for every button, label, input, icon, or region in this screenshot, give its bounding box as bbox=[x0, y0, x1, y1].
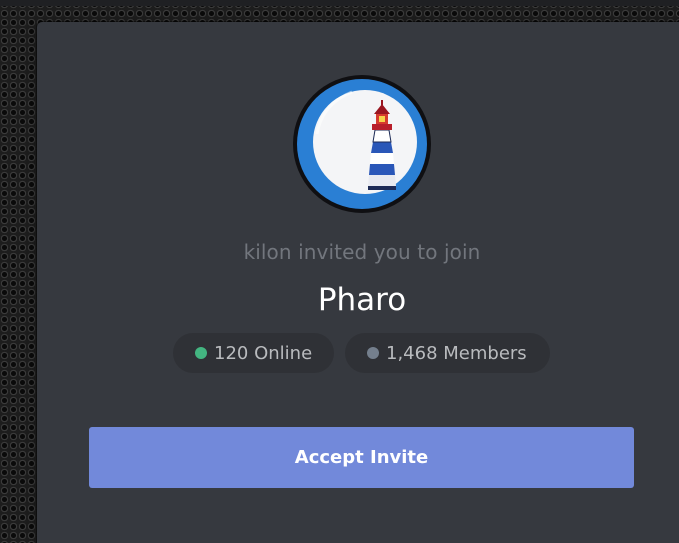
online-count-pill: 120 Online bbox=[173, 333, 334, 373]
online-status-dot bbox=[195, 347, 207, 359]
accept-invite-button[interactable]: Accept Invite bbox=[89, 427, 634, 488]
inviter-text: kilon invited you to join bbox=[243, 240, 481, 264]
member-count-pill: 1,468 Members bbox=[345, 333, 550, 373]
online-count: 120 Online bbox=[214, 342, 313, 364]
members-status-dot bbox=[367, 347, 379, 359]
lighthouse-icon bbox=[293, 75, 431, 213]
member-count: 1,468 Members bbox=[386, 342, 527, 364]
server-name: Pharo bbox=[317, 282, 407, 318]
window-top-edge bbox=[0, 0, 679, 6]
server-icon bbox=[292, 74, 432, 214]
